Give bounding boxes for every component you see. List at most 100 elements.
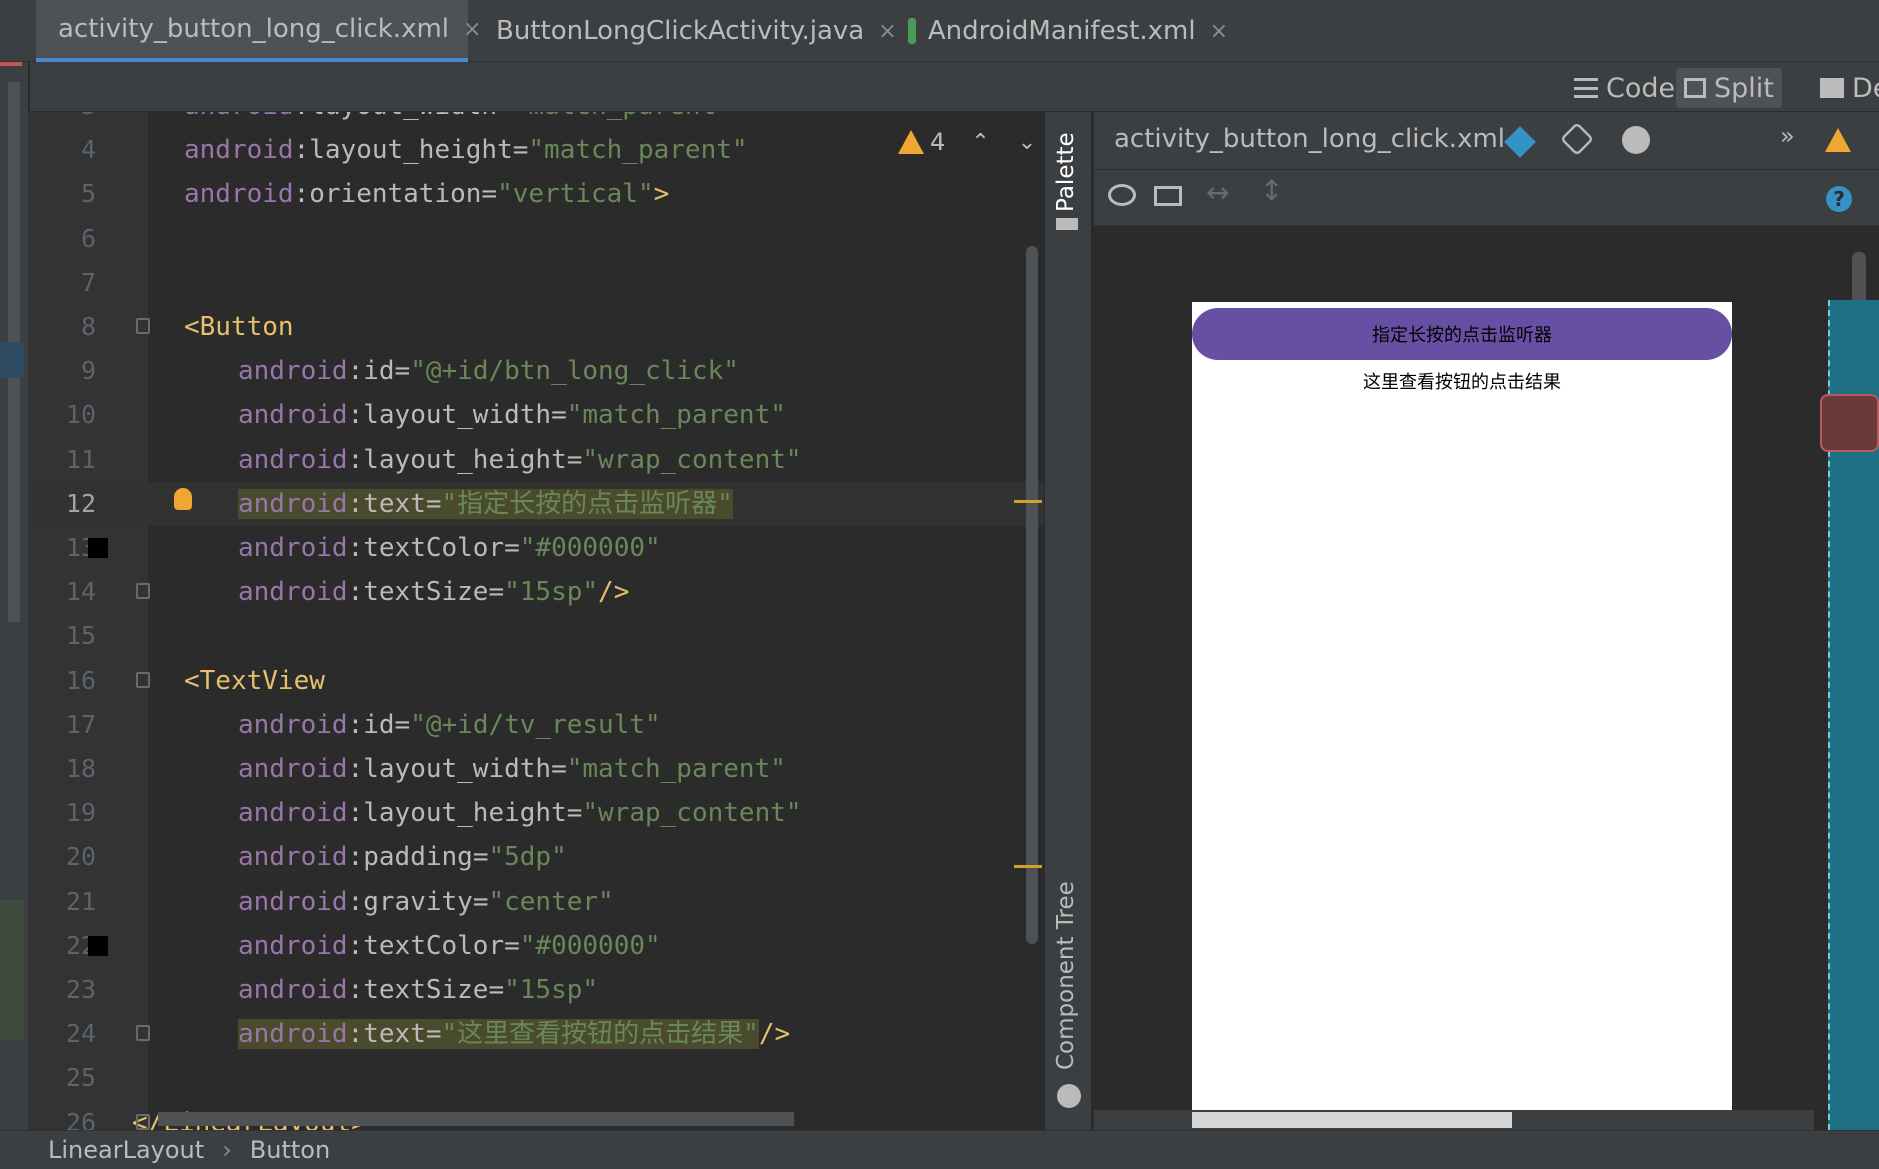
tab-button-long-click-activity-java[interactable]: ButtonLongClickActivity.java ×	[484, 0, 897, 62]
code-text: android:textSize="15sp"	[238, 975, 599, 1005]
preview-long-click-button[interactable]: 指定长按的点击监听器	[1192, 308, 1732, 360]
fold-marker-icon[interactable]	[136, 583, 150, 600]
line-number: 9	[80, 356, 96, 386]
code-line[interactable]: 12 android:text="指定长按的点击监听器"	[28, 481, 1044, 526]
code-line[interactable]: 5 android:orientation="vertical">	[28, 172, 1044, 216]
help-icon[interactable]: ?	[1826, 186, 1852, 212]
code-text: android:layout_height="wrap_content"	[238, 798, 802, 829]
line-number: 24	[65, 1019, 96, 1049]
vertical-resize-icon: ↕	[1260, 174, 1284, 207]
design-horizontal-scrollbar[interactable]	[1192, 1112, 1512, 1128]
file-selector-label: activity_button_long_click.xml	[1114, 124, 1506, 154]
code-line[interactable]: 20 android:padding="5dp"	[28, 835, 1044, 879]
chevron-down-icon[interactable]: ⌄	[1018, 130, 1036, 155]
code-line[interactable]: 21 android:gravity="center"	[28, 880, 1044, 924]
line-number: 3	[28, 112, 96, 128]
warning-icon[interactable]	[1825, 128, 1851, 152]
fold-marker-icon[interactable]	[136, 1113, 150, 1130]
eye-icon[interactable]	[1108, 184, 1136, 206]
code-line[interactable]: 18 android:layout_width="match_parent"	[28, 747, 1044, 791]
theme-icon[interactable]	[1622, 126, 1650, 154]
breadcrumb-item-button[interactable]: Button	[250, 1136, 330, 1164]
line-number: 7	[80, 267, 96, 297]
design-preview-panel: activity_button_long_click.xml ⌄ » ↔ ↕ ?…	[1094, 112, 1879, 1130]
component-tree-tab[interactable]: Component Tree	[1053, 881, 1079, 1070]
warning-stripe-marker[interactable]	[1014, 865, 1042, 868]
layout-file-selector[interactable]: activity_button_long_click.xml ⌄	[1114, 124, 1528, 154]
close-icon[interactable]: ×	[463, 17, 481, 42]
line-number: 4	[80, 135, 96, 165]
code-line[interactable]: 14 android:textSize="15sp"/>	[28, 570, 1044, 614]
code-line[interactable]: 10 android:layout_width="match_parent"	[28, 393, 1044, 437]
code-line[interactable]: 8 <Button	[28, 305, 1044, 349]
line-number: 22	[65, 930, 96, 960]
line-number: 20	[65, 842, 96, 872]
code-line[interactable]: 4 android:layout_height="match_parent"	[28, 128, 1044, 172]
code-line[interactable]: 13 android:textColor="#000000"	[28, 526, 1044, 570]
line-number: 25	[65, 1063, 96, 1093]
inspection-widget[interactable]: 4 ⌃ ⌄	[898, 126, 1036, 158]
code-text: android:orientation="vertical">	[184, 179, 670, 210]
code-line[interactable]: 23 android:textSize="15sp"	[28, 968, 1044, 1012]
left-tool-strip	[0, 62, 28, 1132]
fold-marker-icon[interactable]	[136, 671, 150, 688]
design-horizontal-scrollbar-track	[1094, 1110, 1814, 1130]
code-text: android:id="@+id/tv_result"	[238, 709, 661, 740]
design-toolbar-top: activity_button_long_click.xml ⌄ »	[1094, 112, 1879, 170]
line-number: 13	[65, 533, 96, 562]
code-line[interactable]: 25	[28, 1056, 1044, 1100]
code-text: android:padding="5dp"	[238, 842, 567, 873]
ai-assistant-icon[interactable]	[1820, 394, 1879, 452]
tab-activity-button-long-click-xml[interactable]: activity_button_long_click.xml ×	[36, 0, 481, 62]
split-label: Split	[1714, 72, 1774, 104]
preview-result-text: 这里查看按钮的点击结果	[1363, 372, 1561, 393]
manifest-file-icon	[908, 18, 916, 44]
color-swatch-icon[interactable]	[88, 538, 108, 558]
breadcrumb: LinearLayout › Button	[0, 1130, 1879, 1169]
tab-label: ButtonLongClickActivity.java	[496, 16, 865, 46]
code-text: android:layout_width="match_parent"	[238, 400, 786, 431]
close-icon[interactable]: ×	[1210, 19, 1228, 44]
line-number: 14	[65, 577, 96, 607]
fold-marker-icon[interactable]	[136, 1025, 150, 1042]
fold-marker-icon[interactable]	[136, 318, 150, 334]
code-line[interactable]: 3 android:layout_width="match_parent"	[28, 112, 1044, 128]
code-line[interactable]: 22 android:textColor="#000000"	[28, 924, 1044, 968]
palette-tab[interactable]: Palette	[1053, 132, 1079, 212]
close-icon[interactable]: ×	[878, 19, 896, 44]
split-view-button[interactable]: Split	[1676, 68, 1782, 108]
chevron-up-icon[interactable]: ⌃	[971, 130, 989, 155]
line-number: 15	[65, 621, 96, 651]
code-line[interactable]: 11 android:layout_height="wrap_content"	[28, 438, 1044, 482]
editor-vertical-scrollbar[interactable]	[1026, 246, 1038, 944]
code-text: android:gravity="center"	[238, 886, 614, 917]
code-editor[interactable]: 3 android:layout_width="match_parent" 4 and…	[28, 112, 1044, 1130]
code-text: android:layout_height="match_parent"	[184, 135, 748, 166]
error-marker	[0, 62, 22, 66]
device-preview-screen: 指定长按的点击监听器 这里查看按钮的点击结果	[1192, 302, 1732, 1130]
color-swatch-icon[interactable]	[88, 935, 108, 956]
design-view-button[interactable]: Desig	[1812, 68, 1879, 108]
code-view-button[interactable]: Code	[1566, 68, 1683, 108]
editor-horizontal-scrollbar[interactable]	[158, 1112, 794, 1126]
code-text: android:layout_height="wrap_content"	[238, 444, 802, 475]
more-actions-icon[interactable]: »	[1780, 122, 1795, 150]
tab-android-manifest-xml[interactable]: AndroidManifest.xml ×	[908, 0, 1228, 62]
code-line[interactable]: 19 android:layout_height="wrap_content"	[28, 791, 1044, 835]
image-icon	[1820, 78, 1844, 98]
blueprint-icon[interactable]	[1154, 186, 1182, 206]
left-strip-marker	[0, 900, 24, 1040]
code-line[interactable]: 15	[28, 614, 1044, 658]
code-text: android:layout_width="match_parent"	[184, 112, 732, 128]
warning-stripe-marker[interactable]	[1014, 500, 1042, 503]
breadcrumb-item-linearlayout[interactable]: LinearLayout	[48, 1136, 204, 1164]
line-number: 10	[65, 400, 96, 430]
orientation-icon[interactable]	[1560, 122, 1594, 156]
code-line[interactable]: 9 android:id="@+id/btn_long_click"	[28, 349, 1044, 393]
lightbulb-icon[interactable]	[174, 487, 192, 510]
code-line[interactable]: 6	[28, 217, 1044, 261]
code-line[interactable]: 7	[28, 261, 1044, 305]
code-line[interactable]: 24 android:text="这里查看按钮的点击结果"/>	[28, 1012, 1044, 1056]
code-line[interactable]: 16 <TextView	[28, 659, 1044, 703]
code-line[interactable]: 17 android:id="@+id/tv_result"	[28, 703, 1044, 747]
